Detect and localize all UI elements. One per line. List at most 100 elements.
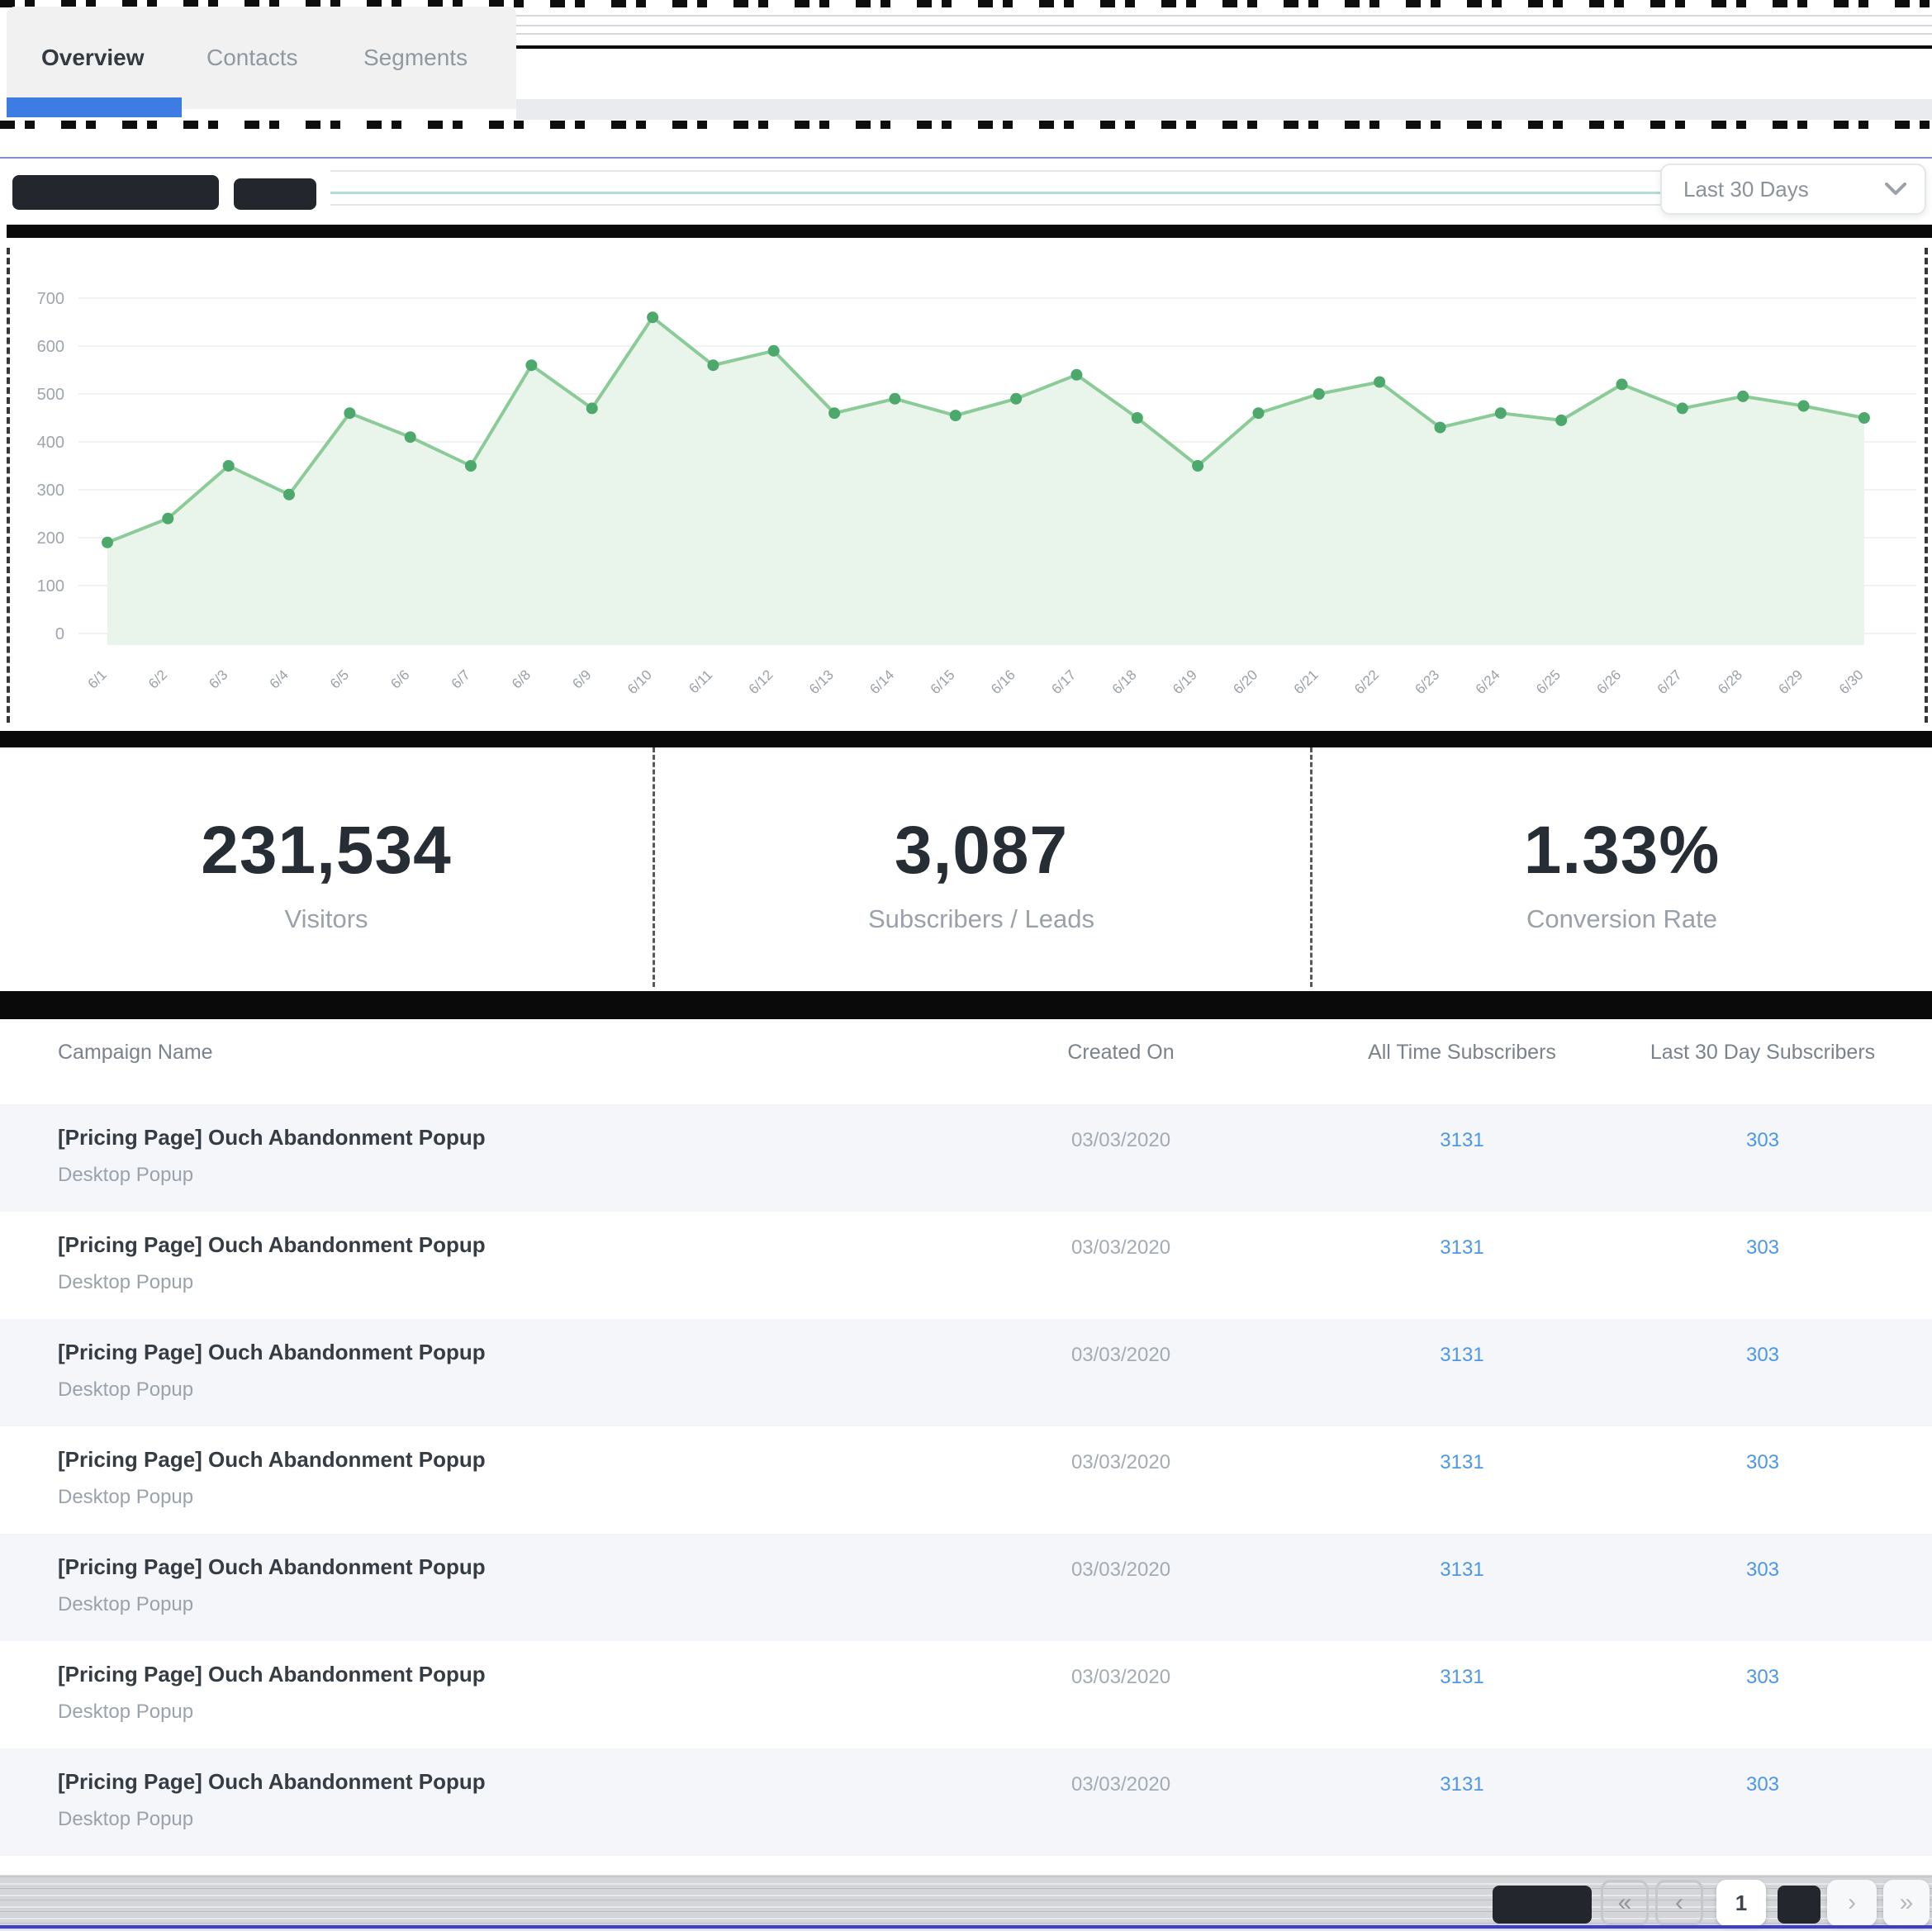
svg-text:0: 0 <box>55 625 64 643</box>
svg-text:6/30: 6/30 <box>1836 667 1867 697</box>
campaign-name: [Pricing Page] Ouch Abandonment Popup <box>58 1554 486 1580</box>
last-30-day-subscribers-link[interactable]: 303 <box>1746 1773 1779 1796</box>
campaign-type: Desktop Popup <box>58 1164 193 1187</box>
svg-text:6/2: 6/2 <box>145 667 170 691</box>
col-header-all-time-subscribers: All Time Subscribers <box>1338 1041 1586 1065</box>
pagination-page-input[interactable]: 1 <box>1716 1880 1766 1926</box>
redacted-chart-title <box>234 178 316 210</box>
svg-text:6/19: 6/19 <box>1170 667 1200 697</box>
svg-text:6/7: 6/7 <box>449 667 473 691</box>
svg-text:6/5: 6/5 <box>327 667 352 691</box>
table-row[interactable]: [Pricing Page] Ouch Abandonment Popup De… <box>0 1426 1932 1534</box>
redacted-strip <box>0 121 1932 129</box>
svg-text:6/1: 6/1 <box>85 667 110 691</box>
svg-text:6/18: 6/18 <box>1109 667 1140 697</box>
campaign-type: Desktop Popup <box>58 1701 193 1724</box>
pagination-prev-button[interactable]: ‹ <box>1655 1880 1703 1926</box>
chevron-down-icon <box>1885 183 1906 196</box>
svg-text:6/10: 6/10 <box>624 667 655 697</box>
artifact-line <box>516 33 1932 35</box>
all-time-subscribers-link[interactable]: 3131 <box>1440 1236 1483 1259</box>
svg-text:6/15: 6/15 <box>928 667 958 697</box>
created-on-value: 03/03/2020 <box>997 1236 1245 1260</box>
svg-text:6/16: 6/16 <box>988 667 1018 697</box>
artifact-gutter <box>653 747 655 987</box>
all-time-subscribers-link[interactable]: 3131 <box>1440 1129 1483 1151</box>
svg-text:6/4: 6/4 <box>267 667 292 691</box>
stat-card-conversion: 1.33% Conversion Rate <box>1318 747 1925 987</box>
svg-text:6/26: 6/26 <box>1593 667 1624 697</box>
pagination-first-button[interactable]: « <box>1601 1880 1649 1926</box>
date-range-select[interactable]: Last 30 Days <box>1660 164 1926 215</box>
campaign-name: [Pricing Page] Ouch Abandonment Popup <box>58 1769 486 1795</box>
last-30-day-subscribers-link[interactable]: 303 <box>1746 1666 1779 1688</box>
created-on-value: 03/03/2020 <box>997 1666 1245 1689</box>
svg-text:6/14: 6/14 <box>866 667 897 697</box>
all-time-subscribers-link[interactable]: 3131 <box>1440 1559 1483 1581</box>
redacted-band <box>7 225 1932 238</box>
artifact-line <box>0 1925 1932 1929</box>
redacted-page-count <box>1778 1886 1820 1924</box>
last-30-day-subscribers-link[interactable]: 303 <box>1746 1129 1779 1151</box>
svg-text:200: 200 <box>37 529 64 548</box>
conversion-label: Conversion Rate <box>1318 904 1925 934</box>
svg-text:6/29: 6/29 <box>1776 667 1806 697</box>
campaign-type: Desktop Popup <box>58 1486 193 1509</box>
table-row[interactable]: [Pricing Page] Ouch Abandonment Popup De… <box>0 1104 1932 1212</box>
redacted-pagination-label <box>1493 1886 1592 1924</box>
svg-text:6/27: 6/27 <box>1654 667 1685 697</box>
svg-text:6/21: 6/21 <box>1291 667 1322 697</box>
campaign-type: Desktop Popup <box>58 1593 193 1616</box>
svg-text:6/23: 6/23 <box>1412 667 1442 697</box>
svg-text:6/8: 6/8 <box>509 667 534 691</box>
svg-text:6/17: 6/17 <box>1048 667 1079 697</box>
tab-segments[interactable]: Segments <box>363 45 468 71</box>
tab-contacts[interactable]: Contacts <box>206 45 298 71</box>
col-header-created-on: Created On <box>997 1041 1245 1065</box>
subscribers-value: 3,087 <box>661 812 1302 890</box>
last-30-day-subscribers-link[interactable]: 303 <box>1746 1344 1779 1366</box>
svg-text:700: 700 <box>37 290 64 308</box>
table-row[interactable]: [Pricing Page] Ouch Abandonment Popup De… <box>0 1212 1932 1319</box>
svg-text:6/3: 6/3 <box>206 667 230 691</box>
svg-text:6/6: 6/6 <box>387 667 412 691</box>
last-30-day-subscribers-link[interactable]: 303 <box>1746 1451 1779 1473</box>
all-time-subscribers-link[interactable]: 3131 <box>1440 1666 1483 1688</box>
tab-overview[interactable]: Overview <box>41 45 145 71</box>
table-row[interactable]: [Pricing Page] Ouch Abandonment Popup De… <box>0 1319 1932 1426</box>
table-row[interactable]: [Pricing Page] Ouch Abandonment Popup De… <box>0 1534 1932 1641</box>
redacted-band <box>0 731 1932 747</box>
all-time-subscribers-link[interactable]: 3131 <box>1440 1773 1483 1796</box>
subscribers-area-chart: 01002003004005006007006/16/26/36/46/56/6… <box>0 273 1932 723</box>
active-tab-indicator <box>7 97 182 117</box>
all-time-subscribers-link[interactable]: 3131 <box>1440 1451 1483 1473</box>
campaign-name: [Pricing Page] Ouch Abandonment Popup <box>58 1447 486 1473</box>
artifact-band <box>516 99 1932 120</box>
col-header-campaign-name: Campaign Name <box>58 1041 213 1065</box>
redacted-band <box>516 45 1932 49</box>
svg-text:6/9: 6/9 <box>569 667 594 691</box>
campaign-name: [Pricing Page] Ouch Abandonment Popup <box>58 1662 486 1687</box>
svg-text:6/25: 6/25 <box>1533 667 1564 697</box>
created-on-value: 03/03/2020 <box>997 1451 1245 1474</box>
subscribers-label: Subscribers / Leads <box>661 904 1302 934</box>
pagination-next-button[interactable]: › <box>1827 1880 1877 1926</box>
created-on-value: 03/03/2020 <box>997 1344 1245 1367</box>
campaign-type: Desktop Popup <box>58 1808 193 1831</box>
artifact-gutter <box>1310 747 1313 987</box>
table-row[interactable]: [Pricing Page] Ouch Abandonment Popup De… <box>0 1748 1932 1856</box>
last-30-day-subscribers-link[interactable]: 303 <box>1746 1236 1779 1259</box>
artifact-line <box>516 25 1932 26</box>
table-row[interactable]: [Pricing Page] Ouch Abandonment Popup De… <box>0 1641 1932 1748</box>
campaign-type: Desktop Popup <box>58 1378 193 1402</box>
last-30-day-subscribers-link[interactable]: 303 <box>1746 1559 1779 1581</box>
all-time-subscribers-link[interactable]: 3131 <box>1440 1344 1483 1366</box>
visitors-label: Visitors <box>7 904 646 934</box>
redacted-chart-title <box>12 175 219 210</box>
visitors-value: 231,534 <box>7 812 646 890</box>
col-header-last-30-day-subscribers: Last 30 Day Subscribers <box>1622 1041 1903 1065</box>
artifact-line <box>0 157 1932 159</box>
conversion-value: 1.33% <box>1318 812 1925 890</box>
svg-text:100: 100 <box>37 577 64 595</box>
pagination-last-button[interactable]: » <box>1883 1880 1930 1926</box>
